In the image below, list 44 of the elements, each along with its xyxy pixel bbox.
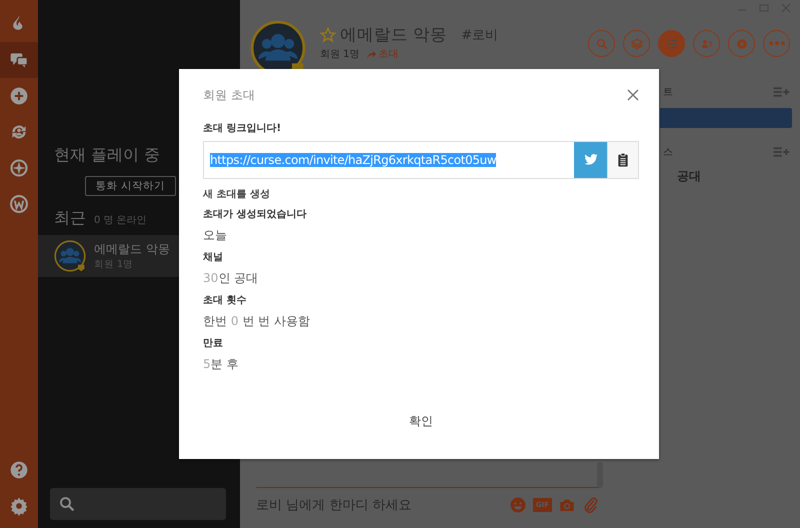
more-button[interactable] bbox=[763, 30, 790, 57]
search-icon bbox=[58, 495, 76, 513]
field-label: 초대 링크입니다! bbox=[203, 122, 282, 135]
group-name: 에메랄드 악몽 bbox=[94, 241, 170, 258]
confirm-button[interactable]: 확인 bbox=[403, 412, 439, 431]
smiley-button[interactable] bbox=[508, 496, 527, 514]
field-label: 채널 bbox=[203, 251, 224, 264]
section-title: 최근 bbox=[54, 208, 86, 229]
copy-button[interactable] bbox=[607, 142, 638, 178]
paperclip-button[interactable] bbox=[582, 496, 600, 514]
start-call-button[interactable]: 통화 시작하기 bbox=[84, 176, 176, 196]
close-button[interactable] bbox=[627, 89, 639, 101]
layers-button[interactable] bbox=[623, 30, 650, 57]
field-value: 한번 0 번 번 사용함 bbox=[203, 313, 311, 330]
more-icon bbox=[768, 41, 784, 46]
plus-circle-icon bbox=[9, 86, 29, 106]
online-count: 0 명 온라인 bbox=[94, 214, 147, 227]
chat-bubbles-tab[interactable] bbox=[0, 42, 38, 78]
selected-channel-row[interactable] bbox=[660, 108, 792, 128]
settings-icon bbox=[9, 496, 29, 516]
contact-card-button[interactable] bbox=[693, 30, 720, 57]
star-outline-icon[interactable] bbox=[320, 27, 336, 43]
w-emblem-icon bbox=[9, 194, 29, 214]
smiley-icon bbox=[508, 496, 527, 514]
section-title: 스 bbox=[663, 146, 673, 159]
help-icon bbox=[9, 460, 29, 480]
field-label: 만료 bbox=[203, 337, 224, 350]
dialog-title: 회원 초대 bbox=[203, 86, 255, 104]
search-button[interactable] bbox=[588, 30, 615, 57]
share-arrow-icon bbox=[366, 48, 377, 60]
search-field[interactable] bbox=[50, 488, 226, 520]
member-count: 회원 1명 bbox=[320, 48, 360, 61]
scrollbar[interactable] bbox=[597, 462, 603, 488]
close-icon bbox=[627, 89, 639, 101]
channel-name[interactable]: 공대 bbox=[677, 168, 701, 185]
create-invite-link[interactable]: 새 초대를 생성 bbox=[203, 187, 639, 201]
list-button[interactable] bbox=[658, 30, 685, 57]
compass-icon bbox=[9, 158, 29, 178]
section-title: 트 bbox=[663, 86, 673, 99]
field-value: 5분 후 bbox=[203, 356, 240, 373]
field-label: 초대가 생성되었습니다 bbox=[203, 208, 308, 221]
group-avatar-icon bbox=[54, 240, 86, 272]
field-label: 초대 횟수 bbox=[203, 294, 248, 307]
paperclip-icon bbox=[582, 496, 600, 514]
